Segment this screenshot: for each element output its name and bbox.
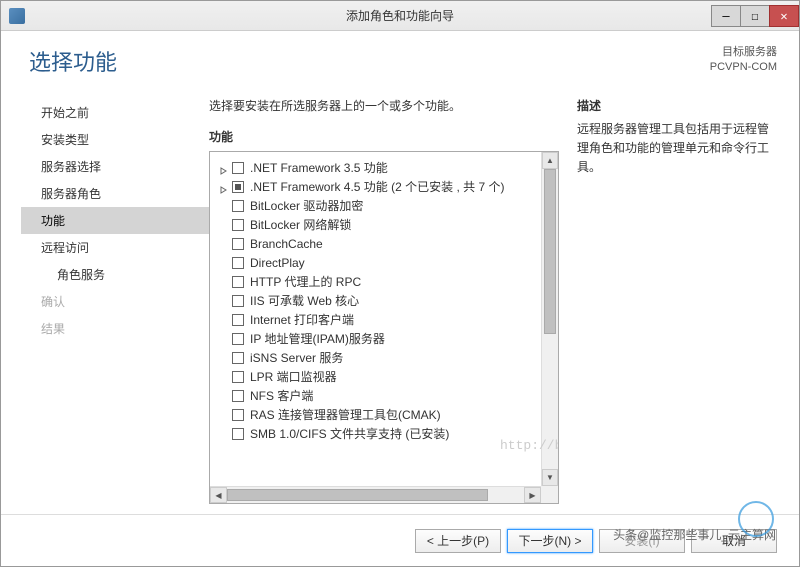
sidebar-item-6[interactable]: 角色服务: [21, 261, 209, 288]
sidebar-item-1[interactable]: 安装类型: [21, 126, 209, 153]
feature-label: HTTP 代理上的 RPC: [250, 273, 361, 290]
sidebar-item-2[interactable]: 服务器选择: [21, 153, 209, 180]
feature-row[interactable]: .NET Framework 3.5 功能: [214, 158, 537, 177]
sidebar: 开始之前安装类型服务器选择服务器角色功能远程访问角色服务确认结果: [21, 97, 209, 504]
feature-checkbox[interactable]: [232, 428, 244, 440]
feature-label: .NET Framework 4.5 功能 (2 个已安装 , 共 7 个): [250, 178, 505, 195]
columns: 开始之前安装类型服务器选择服务器角色功能远程访问角色服务确认结果 选择要安装在所…: [21, 97, 779, 504]
feature-label: RAS 连接管理器管理工具包(CMAK): [250, 406, 441, 423]
feature-row[interactable]: .NET Framework 4.5 功能 (2 个已安装 , 共 7 个): [214, 177, 537, 196]
feature-row[interactable]: DirectPlay: [214, 253, 537, 272]
sidebar-item-8: 结果: [21, 315, 209, 342]
features-section-label: 功能: [209, 128, 559, 145]
scroll-down-button[interactable]: ▼: [542, 469, 558, 486]
vertical-scrollbar[interactable]: ▲ ▼: [541, 152, 558, 486]
description-text: 远程服务器管理工具包括用于远程管理角色和功能的管理单元和命令行工具。: [577, 120, 779, 178]
feature-row[interactable]: iSNS Server 服务: [214, 348, 537, 367]
feature-label: BitLocker 网络解锁: [250, 216, 351, 233]
target-label: 目标服务器: [710, 45, 777, 60]
feature-label: BitLocker 驱动器加密: [250, 197, 363, 214]
feature-row[interactable]: SMB 1.0/CIFS 文件共享支持 (已安装): [214, 424, 537, 443]
titlebar: 添加角色和功能向导 — ☐ ✕: [1, 1, 799, 31]
instruction-text: 选择要安装在所选服务器上的一个或多个功能。: [209, 97, 559, 114]
feature-checkbox[interactable]: [232, 162, 244, 174]
feature-checkbox[interactable]: [232, 314, 244, 326]
cancel-button[interactable]: 取消: [691, 529, 777, 553]
feature-checkbox[interactable]: [232, 333, 244, 345]
feature-label: IIS 可承载 Web 核心: [250, 292, 359, 309]
next-button[interactable]: 下一步(N) >: [507, 529, 593, 553]
feature-checkbox[interactable]: [232, 295, 244, 307]
hscroll-track[interactable]: [227, 487, 524, 503]
wizard-body: 选择功能 目标服务器 PCVPN-COM 开始之前安装类型服务器选择服务器角色功…: [1, 31, 799, 566]
sidebar-item-0[interactable]: 开始之前: [21, 99, 209, 126]
feature-row[interactable]: IIS 可承载 Web 核心: [214, 291, 537, 310]
feature-checkbox[interactable]: [232, 200, 244, 212]
feature-row[interactable]: IP 地址管理(IPAM)服务器: [214, 329, 537, 348]
hscroll-thumb[interactable]: [227, 489, 488, 501]
feature-checkbox[interactable]: [232, 257, 244, 269]
footer: < 上一步(P) 下一步(N) > 安装(I) 取消: [1, 514, 799, 566]
feature-label: iSNS Server 服务: [250, 349, 343, 366]
description-column: 描述 远程服务器管理工具包括用于远程管理角色和功能的管理单元和命令行工具。: [577, 97, 779, 504]
header-row: 选择功能 目标服务器 PCVPN-COM: [21, 45, 779, 97]
feature-box: .NET Framework 3.5 功能 .NET Framework 4.5 …: [209, 151, 559, 504]
feature-label: LPR 端口监视器: [250, 368, 337, 385]
close-button[interactable]: ✕: [769, 5, 799, 27]
horizontal-scrollbar[interactable]: ◀ ▶: [210, 486, 541, 503]
feature-checkbox[interactable]: [232, 181, 244, 193]
feature-label: DirectPlay: [250, 256, 305, 270]
feature-label: SMB 1.0/CIFS 文件共享支持 (已安装): [250, 425, 449, 442]
feature-row[interactable]: Internet 打印客户端: [214, 310, 537, 329]
feature-row[interactable]: BitLocker 网络解锁: [214, 215, 537, 234]
sidebar-item-4[interactable]: 功能: [21, 207, 209, 234]
feature-row[interactable]: NFS 客户端: [214, 386, 537, 405]
feature-row[interactable]: RAS 连接管理器管理工具包(CMAK): [214, 405, 537, 424]
minimize-button[interactable]: —: [711, 5, 741, 27]
feature-label: NFS 客户端: [250, 387, 313, 404]
content: 选择功能 目标服务器 PCVPN-COM 开始之前安装类型服务器选择服务器角色功…: [1, 31, 799, 514]
feature-label: .NET Framework 3.5 功能: [250, 159, 388, 176]
feature-row[interactable]: HTTP 代理上的 RPC: [214, 272, 537, 291]
scroll-up-button[interactable]: ▲: [542, 152, 558, 169]
main-area: 选择要安装在所选服务器上的一个或多个功能。 功能 .NET Framework …: [209, 97, 779, 504]
desc-section-label: 描述: [577, 97, 779, 114]
feature-row[interactable]: LPR 端口监视器: [214, 367, 537, 386]
feature-checkbox[interactable]: [232, 238, 244, 250]
feature-label: BranchCache: [250, 237, 323, 251]
feature-checkbox[interactable]: [232, 371, 244, 383]
feature-checkbox[interactable]: [232, 352, 244, 364]
feature-checkbox[interactable]: [232, 409, 244, 421]
feature-label: Internet 打印客户端: [250, 311, 354, 328]
feature-list-inner: .NET Framework 3.5 功能 .NET Framework 4.5 …: [210, 152, 541, 486]
feature-row[interactable]: BitLocker 驱动器加密: [214, 196, 537, 215]
expand-icon[interactable]: [220, 164, 228, 172]
sidebar-item-3[interactable]: 服务器角色: [21, 180, 209, 207]
sidebar-item-5[interactable]: 远程访问: [21, 234, 209, 261]
feature-list: .NET Framework 3.5 功能 .NET Framework 4.5 …: [210, 152, 558, 486]
scroll-track[interactable]: [542, 169, 558, 469]
scroll-left-button[interactable]: ◀: [210, 487, 227, 503]
expand-icon[interactable]: [220, 183, 228, 191]
install-button[interactable]: 安装(I): [599, 529, 685, 553]
feature-column: 选择要安装在所选服务器上的一个或多个功能。 功能 .NET Framework …: [209, 97, 559, 504]
scroll-corner: [541, 486, 558, 503]
window-controls: — ☐ ✕: [712, 5, 799, 27]
app-icon: [9, 8, 25, 24]
scroll-thumb[interactable]: [544, 169, 556, 334]
target-value: PCVPN-COM: [710, 60, 777, 75]
sidebar-item-7: 确认: [21, 288, 209, 315]
prev-button[interactable]: < 上一步(P): [415, 529, 501, 553]
target-info: 目标服务器 PCVPN-COM: [710, 45, 777, 76]
scroll-right-button[interactable]: ▶: [524, 487, 541, 503]
feature-checkbox[interactable]: [232, 390, 244, 402]
feature-checkbox[interactable]: [232, 219, 244, 231]
feature-label: IP 地址管理(IPAM)服务器: [250, 330, 385, 347]
feature-row[interactable]: BranchCache: [214, 234, 537, 253]
maximize-button[interactable]: ☐: [740, 5, 770, 27]
page-title: 选择功能: [29, 45, 117, 77]
feature-checkbox[interactable]: [232, 276, 244, 288]
window-title: 添加角色和功能向导: [346, 7, 454, 24]
